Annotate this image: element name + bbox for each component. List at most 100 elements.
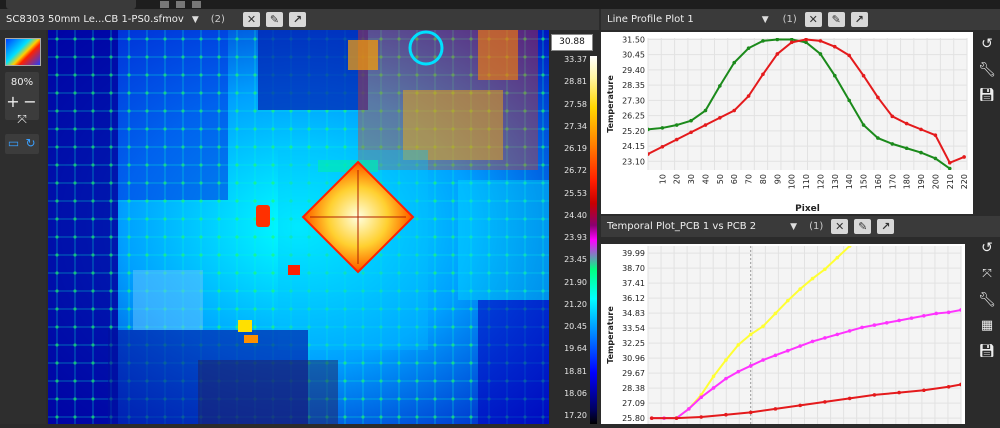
x-tick-label: 160 — [874, 174, 883, 189]
wrench-icon[interactable]: 🔧︎ — [976, 292, 998, 308]
line-profile-title[interactable]: Line Profile Plot 1 — [607, 14, 694, 25]
data-point — [798, 403, 802, 408]
colorbar-tick: 18.06 — [564, 388, 587, 398]
x-tick-label: 100 — [788, 174, 797, 189]
data-point — [934, 311, 939, 316]
data-point — [818, 52, 823, 56]
x-tick-label: 10 — [658, 174, 667, 184]
x-tick-label: 50 — [716, 174, 725, 184]
data-point — [703, 108, 708, 113]
x-tick-label: 120 — [816, 174, 825, 189]
data-point — [648, 127, 650, 132]
reset-icon[interactable]: ↺ — [976, 240, 998, 256]
document-tab[interactable] — [6, 0, 136, 9]
refresh-icon[interactable]: ↻ — [22, 136, 39, 150]
left-toolbar: 80% + − ⤧ ▭ ↻ — [0, 30, 46, 424]
colorbar-tick: 18.81 — [564, 366, 587, 376]
thermal-image[interactable] — [48, 30, 549, 424]
colorbar-tick: 19.64 — [564, 344, 587, 354]
zoom-in-icon[interactable]: + — [5, 92, 21, 111]
data-point — [823, 336, 827, 340]
data-point — [884, 320, 889, 325]
y-tick-label: 28.35 — [622, 81, 645, 90]
zoom-out-icon[interactable]: − — [22, 92, 38, 111]
pencil-icon[interactable]: ✎ — [854, 219, 872, 234]
video-panel-header: SC8303 50mm Le...CB 1-PS0.sfmov ▼ (2) ✕ … — [0, 9, 599, 30]
data-point — [674, 137, 679, 142]
colorbar-tick: 24.40 — [564, 210, 587, 220]
data-point — [919, 150, 923, 155]
data-point — [718, 84, 722, 88]
y-tick-label: 38.70 — [622, 264, 645, 273]
data-point — [872, 393, 877, 397]
x-tick-label: 150 — [860, 174, 869, 189]
window-icon[interactable] — [160, 1, 169, 8]
y-tick-label: 25.20 — [622, 127, 645, 136]
temporal-title[interactable]: Temporal Plot_PCB 1 vs PCB 2 — [607, 221, 756, 232]
x-tick-label: 170 — [888, 174, 897, 189]
y-tick-label: 34.83 — [622, 309, 645, 318]
data-point — [736, 369, 741, 374]
fit-screen-icon[interactable]: ⤧ — [7, 112, 37, 127]
data-point — [876, 136, 880, 140]
data-point — [773, 311, 778, 316]
monitor-icon[interactable]: ▭ — [5, 136, 22, 150]
data-point — [789, 40, 794, 45]
colorbar-tick: 21.20 — [564, 299, 587, 309]
x-tick-label: 60 — [730, 174, 739, 184]
data-point — [674, 123, 679, 127]
x-tick-label: 190 — [917, 174, 926, 189]
colorbar-max-value[interactable]: 30.88 — [551, 34, 593, 51]
chevron-down-icon[interactable]: ▼ — [762, 15, 769, 25]
pop-out-icon[interactable]: ↗ — [877, 219, 895, 234]
wrench-icon[interactable]: 🔧︎ — [976, 62, 998, 78]
x-tick-label: 40 — [701, 174, 710, 184]
window-icon[interactable] — [176, 1, 185, 8]
y-axis-label: Temperature — [606, 306, 615, 364]
data-point — [810, 339, 815, 344]
data-point — [872, 323, 877, 327]
pencil-icon[interactable]: ✎ — [265, 12, 283, 27]
y-tick-label: 23.10 — [622, 157, 645, 166]
pencil-icon[interactable]: ✎ — [827, 12, 845, 27]
colorbar-gradient — [590, 56, 597, 424]
chevron-down-icon[interactable]: ▼ — [192, 15, 199, 25]
fit-screen-icon[interactable]: ⤧ — [976, 266, 998, 281]
data-point — [798, 287, 802, 291]
pop-out-icon[interactable]: ↗ — [288, 12, 306, 27]
data-point — [959, 382, 961, 387]
save-icon[interactable]: 💾︎ — [976, 88, 998, 103]
data-point — [785, 298, 790, 303]
line-profile-plot[interactable]: 31.50 30.45 29.40 28.35 27.30 26.25 25.20 24.15… — [601, 32, 973, 214]
data-point — [711, 374, 716, 379]
data-point — [703, 123, 708, 127]
reset-icon[interactable]: ↺ — [976, 36, 998, 52]
thumbnail[interactable] — [5, 38, 41, 66]
x-tick-label: 90 — [773, 174, 782, 184]
chevron-down-icon[interactable]: ▼ — [790, 222, 797, 232]
temporal-plot[interactable]: 39.99 38.70 37.41 36.12 34.83 33.54 32.25 30.96… — [601, 244, 965, 424]
data-point — [648, 152, 650, 156]
y-tick-label: 28.38 — [622, 384, 645, 393]
data-point — [761, 72, 765, 77]
x-tick-label: 210 — [946, 174, 955, 189]
data-point — [736, 343, 741, 347]
close-icon[interactable]: ✕ — [242, 12, 260, 27]
close-icon[interactable]: ✕ — [804, 12, 822, 27]
video-title[interactable]: SC8303 50mm Le...CB 1-PS0.sfmov — [6, 14, 184, 25]
save-icon[interactable]: 💾︎ — [976, 344, 998, 359]
window-icon[interactable] — [192, 1, 201, 8]
data-point — [724, 358, 728, 362]
data-point — [775, 52, 780, 56]
data-point — [890, 114, 895, 119]
data-point — [775, 38, 780, 42]
close-icon[interactable]: ✕ — [831, 219, 849, 234]
data-point — [897, 318, 901, 323]
pop-out-icon[interactable]: ↗ — [850, 12, 868, 27]
x-tick-label: 80 — [759, 174, 768, 184]
data-point — [847, 396, 852, 401]
calculator-icon[interactable]: ▦ — [976, 318, 998, 333]
x-tick-label: 220 — [960, 174, 969, 189]
data-point — [861, 73, 866, 78]
y-tick-label: 39.99 — [622, 249, 645, 258]
